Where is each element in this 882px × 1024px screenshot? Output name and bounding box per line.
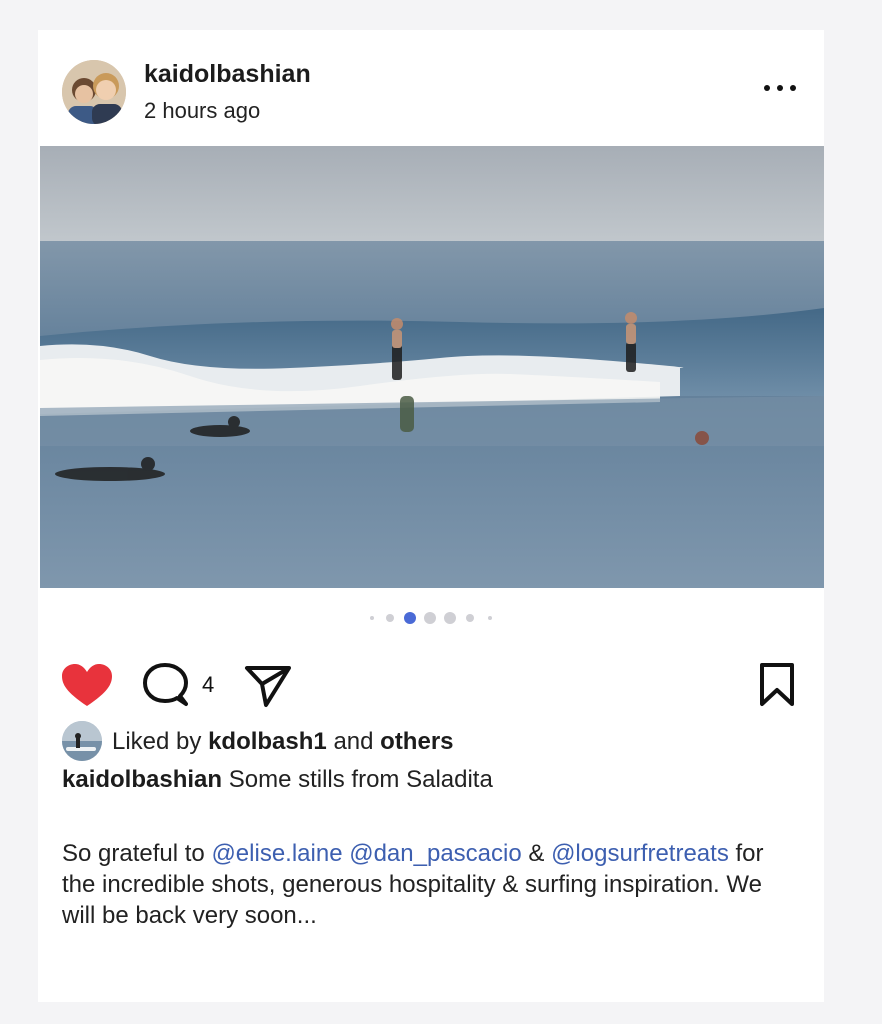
post-image[interactable] [40, 146, 824, 588]
mention-link[interactable]: @logsurfretreats [551, 840, 729, 867]
carousel-dot [444, 612, 456, 624]
mention-link[interactable]: @dan_pascacio [349, 840, 521, 867]
body-text: So grateful to [62, 840, 205, 867]
heart-icon [62, 664, 112, 706]
carousel-dot [424, 612, 436, 624]
liker-username[interactable]: kdolbash1 [208, 728, 327, 755]
post-header: kaidolbashian 2 hours ago [38, 30, 824, 144]
liker-avatar [62, 721, 102, 761]
caption-author[interactable]: kaidolbashian [62, 766, 222, 793]
author-avatar[interactable] [62, 60, 126, 124]
author-username[interactable]: kaidolbashian [144, 60, 311, 89]
carousel-dot [370, 616, 374, 620]
more-options-button[interactable] [760, 76, 800, 100]
carousel-dot-active [404, 612, 416, 624]
likes-joiner: and [333, 728, 374, 755]
comment-count: 4 [202, 672, 215, 697]
post-card: kaidolbashian 2 hours ago 4 Liked by kdo… [38, 30, 824, 1002]
carousel-dot [386, 614, 394, 622]
post-timestamp: 2 hours ago [144, 98, 261, 123]
like-button[interactable] [62, 664, 112, 708]
likes-others-link[interactable]: others [380, 728, 453, 755]
likes-text: Liked by kdolbash1 and others [112, 728, 454, 756]
carousel-indicator [38, 608, 824, 628]
body-text: & [528, 840, 545, 867]
caption-body: So grateful to @elise.laine @dan_pascaci… [62, 838, 782, 931]
likes-prefix: Liked by [112, 728, 202, 755]
comment-button[interactable] [142, 662, 188, 708]
bookmark-icon [760, 663, 794, 706]
mention-link[interactable]: @elise.laine [211, 840, 342, 867]
post-caption: kaidolbashian Some stills from Saladita [62, 766, 493, 794]
comment-icon [143, 663, 188, 706]
carousel-dot [466, 614, 474, 622]
caption-text: Some stills from Saladita [228, 766, 493, 793]
share-button[interactable] [244, 664, 292, 708]
action-bar: 4 [38, 644, 824, 707]
save-button[interactable] [758, 662, 796, 708]
likes-summary[interactable]: Liked by kdolbash1 and others [62, 721, 762, 761]
more-horizontal-icon [764, 85, 770, 91]
send-icon [245, 666, 291, 707]
carousel-dot [488, 616, 492, 620]
